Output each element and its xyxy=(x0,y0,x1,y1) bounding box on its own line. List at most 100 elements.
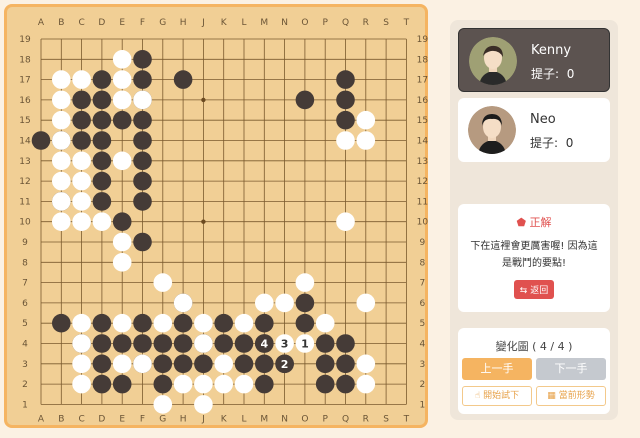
black-stone[interactable] xyxy=(315,354,335,374)
black-stone[interactable] xyxy=(336,110,355,130)
white-stone[interactable] xyxy=(72,192,91,211)
white-stone[interactable] xyxy=(336,131,355,150)
black-stone[interactable] xyxy=(214,334,233,353)
white-stone[interactable] xyxy=(133,354,152,374)
white-stone[interactable] xyxy=(275,293,294,313)
white-stone[interactable] xyxy=(234,313,254,333)
black-stone[interactable] xyxy=(92,131,112,150)
black-stone[interactable] xyxy=(153,354,173,374)
white-stone[interactable] xyxy=(112,90,132,110)
black-stone[interactable] xyxy=(133,334,152,353)
white-stone[interactable] xyxy=(194,374,213,394)
black-stone[interactable] xyxy=(254,354,274,374)
white-stone[interactable] xyxy=(214,374,233,394)
black-stone[interactable] xyxy=(133,313,152,333)
back-button[interactable]: ⇆ 返回 xyxy=(513,280,555,299)
black-stone[interactable] xyxy=(295,293,315,313)
white-stone[interactable] xyxy=(52,131,71,150)
black-stone[interactable] xyxy=(133,110,152,130)
white-stone[interactable] xyxy=(52,151,71,171)
white-stone[interactable] xyxy=(52,90,71,110)
black-stone[interactable] xyxy=(92,90,112,110)
black-stone[interactable] xyxy=(153,374,173,394)
black-stone[interactable] xyxy=(133,232,152,252)
try-play-button[interactable]: ☝ 開始試下 xyxy=(462,386,532,406)
white-stone[interactable] xyxy=(214,354,233,374)
black-stone[interactable] xyxy=(336,90,355,110)
black-stone[interactable] xyxy=(92,192,112,211)
white-stone[interactable] xyxy=(112,253,132,272)
black-stone[interactable] xyxy=(194,354,213,374)
white-stone[interactable] xyxy=(112,70,132,89)
black-stone[interactable] xyxy=(173,354,193,374)
black-stone[interactable] xyxy=(52,313,71,333)
white-stone[interactable] xyxy=(112,354,132,374)
black-stone[interactable] xyxy=(133,70,152,89)
white-stone[interactable] xyxy=(254,293,274,313)
black-stone[interactable] xyxy=(295,90,315,110)
black-stone[interactable] xyxy=(92,374,112,394)
white-stone[interactable] xyxy=(153,273,173,292)
board-grid[interactable]: AABBCCDDEEFFGGHHJJKKLLMMNNOOPPQQRRSSTT19… xyxy=(7,7,431,431)
black-stone[interactable] xyxy=(315,334,335,353)
white-stone[interactable] xyxy=(52,171,71,191)
black-stone[interactable] xyxy=(112,110,132,130)
white-stone[interactable] xyxy=(52,212,71,231)
white-stone[interactable] xyxy=(112,50,132,69)
black-stone[interactable] xyxy=(315,374,335,394)
black-stone[interactable] xyxy=(72,90,91,110)
go-board[interactable]: A A B B C C D D E E F F G G H H J J K K L L M M N N O O P P Q Q R R S S T T 19… xyxy=(4,4,428,428)
black-stone[interactable] xyxy=(133,131,152,150)
black-stone[interactable] xyxy=(92,110,112,130)
black-stone[interactable] xyxy=(72,131,91,150)
black-stone[interactable] xyxy=(92,354,112,374)
black-stone[interactable] xyxy=(92,171,112,191)
black-stone[interactable] xyxy=(112,374,132,394)
black-stone[interactable] xyxy=(336,374,355,394)
black-stone[interactable] xyxy=(92,313,112,333)
black-stone[interactable] xyxy=(295,313,315,333)
black-stone[interactable] xyxy=(153,334,173,353)
white-stone[interactable] xyxy=(52,192,71,211)
black-stone[interactable] xyxy=(133,151,152,171)
white-stone[interactable] xyxy=(52,70,71,89)
white-stone[interactable] xyxy=(133,90,152,110)
white-stone[interactable] xyxy=(72,313,91,333)
black-stone[interactable] xyxy=(72,110,91,130)
white-stone[interactable] xyxy=(336,212,355,231)
black-stone[interactable] xyxy=(133,50,152,69)
black-stone[interactable] xyxy=(173,313,193,333)
white-stone[interactable] xyxy=(234,374,254,394)
white-stone[interactable] xyxy=(356,110,376,130)
white-stone[interactable] xyxy=(52,110,71,130)
white-stone[interactable] xyxy=(194,395,213,414)
white-stone[interactable] xyxy=(194,334,213,353)
black-stone[interactable] xyxy=(234,334,254,353)
white-stone[interactable] xyxy=(72,374,91,394)
black-stone[interactable] xyxy=(173,70,193,89)
white-stone[interactable] xyxy=(72,334,91,353)
previous-move-button[interactable]: 上一手 xyxy=(462,358,532,380)
black-stone[interactable] xyxy=(92,70,112,89)
black-stone[interactable] xyxy=(92,334,112,353)
black-stone[interactable] xyxy=(336,70,355,89)
white-stone[interactable] xyxy=(112,151,132,171)
white-stone[interactable] xyxy=(153,395,173,414)
white-stone[interactable] xyxy=(153,313,173,333)
white-stone[interactable] xyxy=(72,171,91,191)
black-stone[interactable] xyxy=(133,192,152,211)
black-stone[interactable] xyxy=(214,313,233,333)
black-stone[interactable] xyxy=(234,354,254,374)
black-stone[interactable] xyxy=(112,212,132,231)
position-button[interactable]: ▦ 當前形勢 xyxy=(536,386,606,406)
black-stone[interactable] xyxy=(336,354,355,374)
black-stone[interactable] xyxy=(254,313,274,333)
white-stone[interactable] xyxy=(194,313,213,333)
white-stone[interactable] xyxy=(295,273,315,292)
black-stone[interactable] xyxy=(336,334,355,353)
white-stone[interactable] xyxy=(72,151,91,171)
white-stone[interactable] xyxy=(173,374,193,394)
next-move-button[interactable]: 下一手 xyxy=(536,358,606,380)
white-stone[interactable] xyxy=(356,354,376,374)
white-stone[interactable] xyxy=(356,374,376,394)
